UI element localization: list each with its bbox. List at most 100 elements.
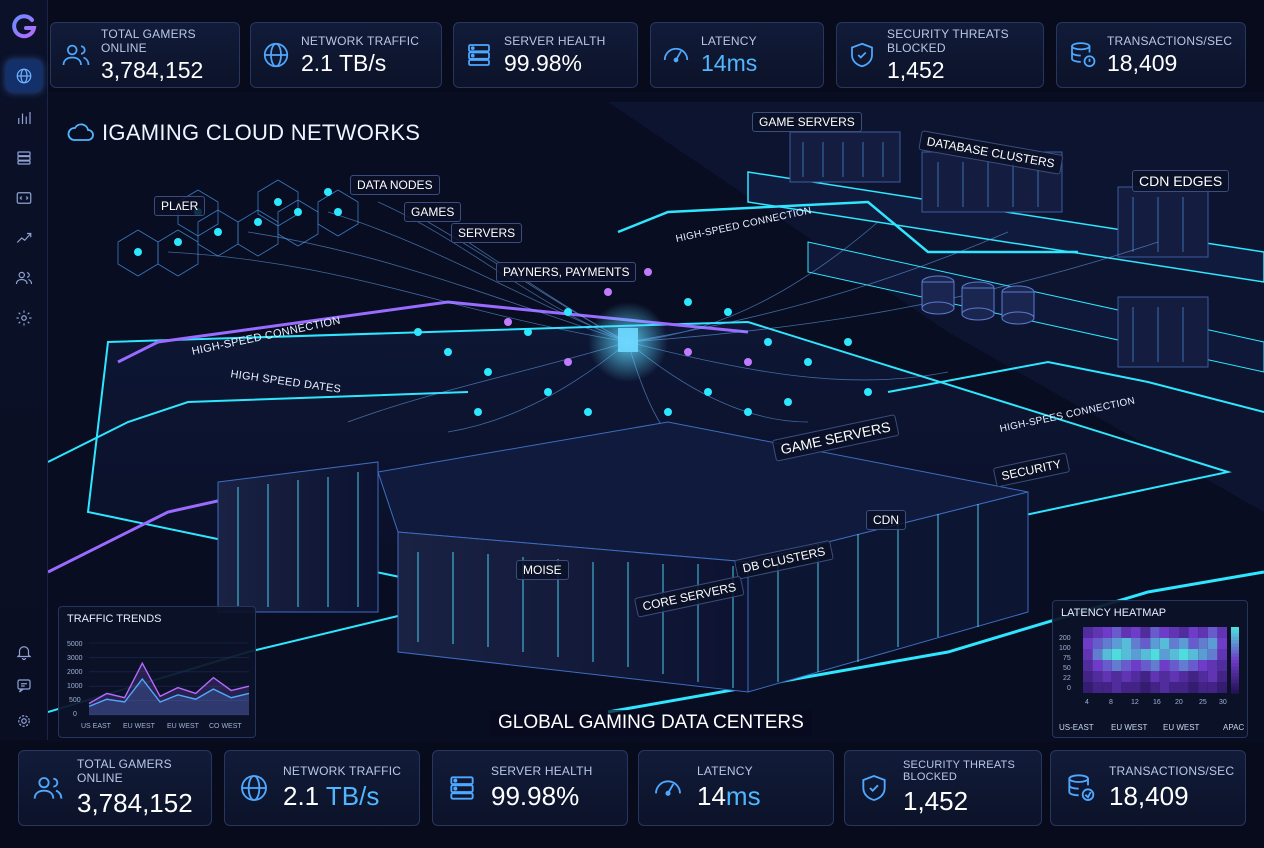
heatmap-cell bbox=[1217, 627, 1227, 638]
stat-value: 99.98% bbox=[504, 49, 583, 76]
stat-label: SECURITY THREATS BLOCKED bbox=[903, 759, 1015, 783]
bottom-stat-security-threats[interactable]: SECURITY THREATS BLOCKED 1,452 bbox=[844, 750, 1042, 826]
latency-heatmap-panel[interactable]: LATENCY HEATMAP 200 100 75 50 22 0 4 8 1… bbox=[1052, 600, 1248, 738]
heatmap-cell bbox=[1121, 682, 1131, 693]
y-tick: 2000 bbox=[67, 669, 83, 676]
heatmap-cell bbox=[1111, 660, 1122, 671]
heatmap-cell bbox=[1217, 682, 1227, 693]
colorbar-segment bbox=[1231, 673, 1239, 677]
y-tick: 50 bbox=[1063, 665, 1071, 672]
stat-value: 18,409 bbox=[1107, 49, 1178, 76]
sidebar bbox=[0, 0, 48, 740]
region-label: EU WEST bbox=[1163, 723, 1200, 732]
label-data-nodes[interactable]: DATA NODES bbox=[350, 175, 440, 195]
y-tick: 3000 bbox=[67, 655, 83, 662]
nav-chart-icon[interactable] bbox=[6, 102, 42, 134]
traffic-trends-panel[interactable]: TRAFFIC TRENDS 5000 3000 2000 1000 500 0… bbox=[58, 606, 256, 738]
stat-value: 14ms bbox=[701, 49, 758, 76]
label-games[interactable]: GAMES bbox=[404, 202, 462, 222]
nav-trend-icon[interactable] bbox=[6, 222, 42, 254]
heatmap-cell bbox=[1217, 671, 1227, 682]
stat-card-network-traffic[interactable]: NETWORK TRAFFIC 2.1 TB/s bbox=[250, 22, 442, 88]
heatmap-cell bbox=[1150, 638, 1160, 649]
heatmap-cell bbox=[1102, 627, 1112, 638]
nav-gear-icon[interactable] bbox=[6, 705, 42, 737]
nav-chat-icon[interactable] bbox=[6, 670, 42, 702]
y-tick: 200 bbox=[1059, 635, 1071, 642]
heatmap-cell bbox=[1188, 649, 1199, 660]
globe-icon bbox=[251, 40, 301, 70]
heatmap-cell bbox=[1207, 627, 1218, 638]
label-cdn-edges[interactable]: CDN EDGES bbox=[1132, 170, 1230, 192]
nav-server-icon[interactable] bbox=[6, 142, 42, 174]
heatmap-cell bbox=[1140, 649, 1151, 660]
label-misc[interactable]: MOISE bbox=[516, 560, 569, 580]
heatmap-cell bbox=[1188, 671, 1199, 682]
stat-card-security-threats[interactable]: SECURITY THREATS BLOCKED 1,452 bbox=[836, 22, 1044, 88]
stat-label: TRANSACTIONS/SEC bbox=[1107, 33, 1233, 48]
colorbar-segment bbox=[1231, 666, 1239, 671]
stat-card-server-health[interactable]: SERVER HEALTH 99.98% bbox=[453, 22, 638, 88]
label-payments[interactable]: PAYNERS, PAYMENTS bbox=[496, 262, 637, 282]
label-cdn[interactable]: CDN bbox=[866, 510, 906, 530]
stat-label: TOTAL GAMERS ONLINE bbox=[77, 757, 172, 785]
heatmap-cell bbox=[1092, 660, 1103, 671]
heatmap-cell bbox=[1150, 649, 1160, 660]
heatmap-cell bbox=[1159, 682, 1170, 693]
bottom-stat-server-health[interactable]: SERVER HEALTH 99.98% bbox=[432, 750, 628, 826]
heatmap-cell bbox=[1131, 682, 1141, 693]
stat-card-latency[interactable]: LATENCY 14ms bbox=[650, 22, 824, 88]
colorbar-segment bbox=[1231, 679, 1239, 684]
heatmap-cell bbox=[1217, 649, 1227, 660]
nav-bell-icon[interactable] bbox=[6, 636, 42, 668]
y-tick: 100 bbox=[1059, 645, 1071, 652]
heatmap-cell bbox=[1092, 627, 1103, 638]
bottom-stat-total-gamers[interactable]: TOTAL GAMERS ONLINE 3,784,152 bbox=[18, 750, 212, 826]
traffic-trends-chart bbox=[88, 642, 250, 716]
heatmap-cell bbox=[1159, 638, 1170, 649]
stat-card-transactions[interactable]: TRANSACTIONS/SEC 18,409 bbox=[1056, 22, 1246, 88]
scene-title: IGAMING CLOUD NETWORKS bbox=[102, 120, 421, 145]
cloud-icon bbox=[67, 123, 94, 141]
heatmap-cell bbox=[1111, 627, 1122, 638]
heatmap-cell bbox=[1092, 682, 1103, 693]
nav-globe-icon[interactable] bbox=[6, 60, 42, 92]
heatmap-cell bbox=[1111, 649, 1122, 660]
heatmap-cell bbox=[1102, 660, 1112, 671]
heatmap-cell bbox=[1140, 638, 1151, 649]
stat-value: 18,409 bbox=[1109, 781, 1189, 811]
heatmap-cell bbox=[1207, 671, 1218, 682]
heatmap-cell bbox=[1111, 671, 1122, 682]
colorbar-segment bbox=[1231, 646, 1239, 651]
heatmap-cell bbox=[1188, 638, 1199, 649]
stat-label: TRANSACTIONS/SEC bbox=[1109, 764, 1235, 778]
nav-settings-icon[interactable] bbox=[6, 302, 42, 334]
stat-card-total-gamers[interactable]: TOTAL GAMERS ONLINE 3,784,152 bbox=[50, 22, 240, 88]
heatmap-cell bbox=[1083, 671, 1093, 682]
label-game-servers-top[interactable]: GAME SERVERS bbox=[752, 112, 862, 132]
server-icon bbox=[433, 772, 491, 804]
heatmap-cell bbox=[1169, 660, 1179, 671]
heatmap-cell bbox=[1179, 682, 1189, 693]
heatmap-cell bbox=[1179, 660, 1189, 671]
app-logo-icon[interactable] bbox=[10, 12, 38, 40]
heatmap-cell bbox=[1121, 671, 1131, 682]
heatmap-cell bbox=[1188, 627, 1199, 638]
colorbar-segment bbox=[1231, 650, 1239, 654]
stat-label: NETWORK TRAFFIC bbox=[283, 764, 402, 778]
heatmap-cell bbox=[1140, 627, 1151, 638]
y-tick: 5000 bbox=[67, 641, 83, 648]
bottom-stat-transactions[interactable]: TRANSACTIONS/SEC 18,409 bbox=[1050, 750, 1246, 826]
bottom-stat-network-traffic[interactable]: NETWORK TRAFFIC 2.1 TB/s bbox=[224, 750, 420, 826]
colorbar-segment bbox=[1231, 683, 1239, 687]
stat-value: 1,452 bbox=[887, 56, 945, 83]
users-icon bbox=[51, 40, 101, 70]
colorbar-segment bbox=[1231, 669, 1239, 674]
nav-users-icon[interactable] bbox=[6, 262, 42, 294]
nav-code-icon[interactable] bbox=[6, 182, 42, 214]
bottom-stat-latency[interactable]: LATENCY 14ms bbox=[638, 750, 834, 826]
heatmap-cell bbox=[1131, 627, 1141, 638]
label-player[interactable]: PLʌER bbox=[154, 196, 206, 216]
region-label: EU WEST bbox=[1111, 723, 1148, 732]
label-servers[interactable]: SERVERS bbox=[451, 223, 523, 243]
